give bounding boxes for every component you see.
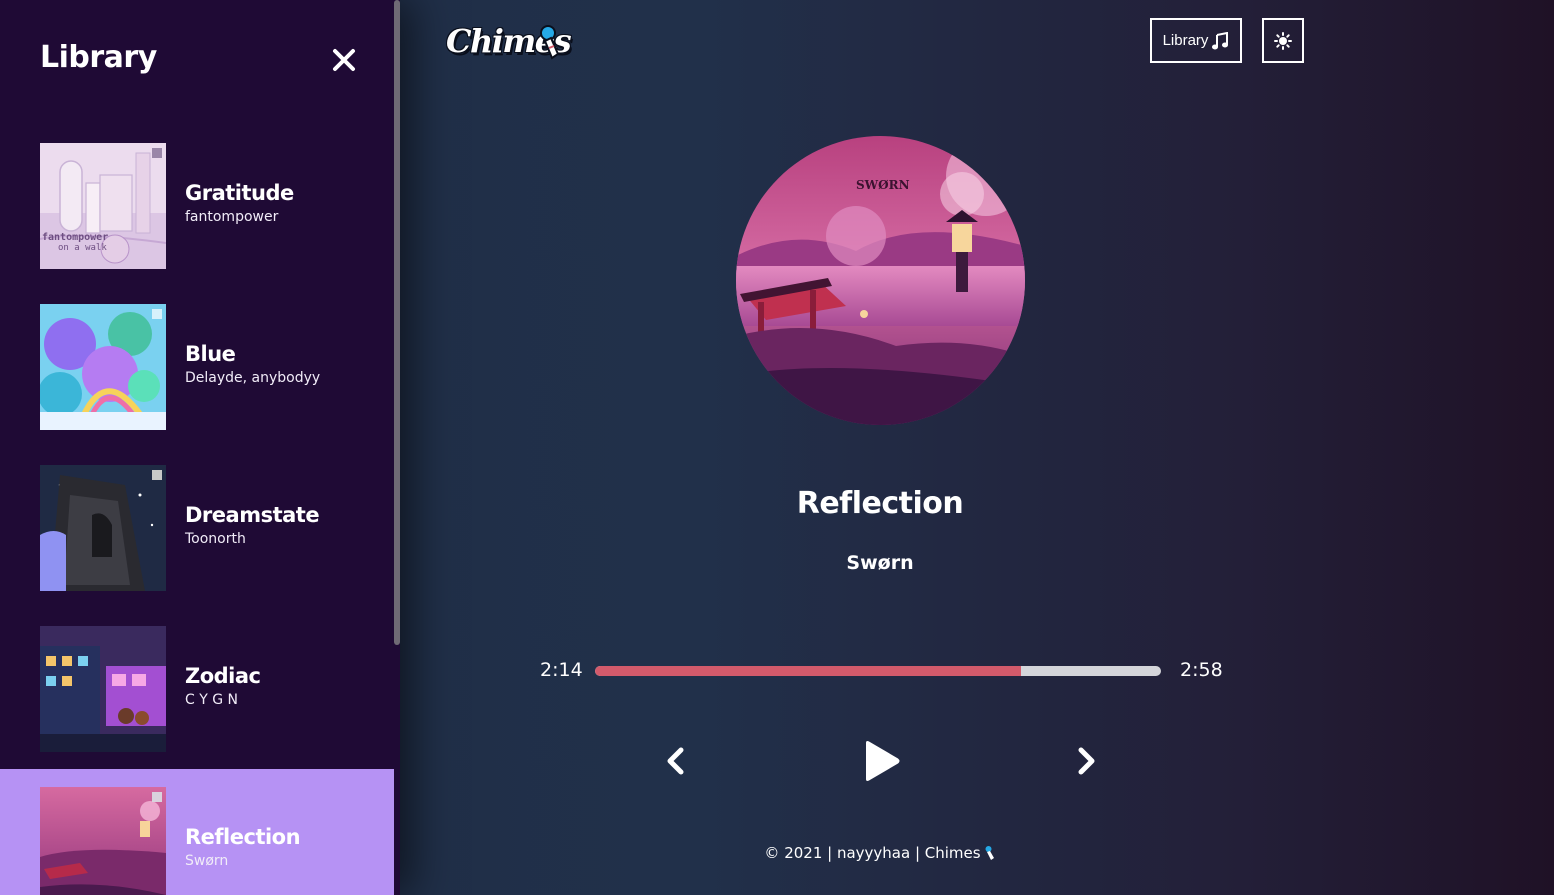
cover-art-gratitude: fantompower on a walk [40, 143, 166, 269]
now-playing-title: Reflection [796, 486, 964, 521]
sidebar-scrollbar[interactable] [394, 0, 400, 645]
chevron-right-icon [1078, 747, 1095, 775]
track-item-gratitude[interactable]: fantompower on a walk Gratitude fantompo… [0, 125, 394, 286]
wind-chime-icon [985, 846, 994, 860]
track-artist: Delayde, anybodyy [185, 370, 321, 386]
album-art: SWØRN [736, 136, 1025, 425]
library-header: Library [0, 0, 394, 120]
footer: © 2021 | nayyyhaa | Chimes [700, 844, 1060, 862]
cover-art-zodiac [40, 626, 166, 752]
track-artist: Swørn [185, 853, 229, 869]
footer-text: © 2021 | nayyyhaa | Chimes [764, 844, 981, 862]
track-item-dreamstate[interactable]: Dreamstate Toonorth [0, 447, 394, 608]
svg-text:on a walk: on a walk [58, 243, 107, 253]
play-button[interactable] [858, 738, 904, 784]
theme-toggle-button[interactable] [1262, 18, 1304, 63]
close-library-button[interactable] [328, 44, 360, 76]
wind-chime-icon [540, 25, 560, 60]
track-info-blue: Blue Delayde, anybodyy [185, 342, 320, 386]
chevron-left-icon [667, 747, 684, 775]
sun-icon [1274, 31, 1292, 50]
library-button[interactable]: Library [1150, 18, 1242, 63]
library-button-label: Library [1162, 32, 1209, 49]
track-name: Blue [185, 342, 236, 366]
track-artist: C Y G N [185, 692, 238, 708]
track-name: Dreamstate [185, 503, 320, 527]
track-artist: fantompower [185, 209, 279, 225]
library-sidebar: Library fantompower on a walk Gratitude … [0, 0, 400, 895]
track-artist: Toonorth [185, 531, 246, 547]
track-list: fantompower on a walk Gratitude fantompo… [0, 125, 394, 895]
cover-art-dreamstate [40, 465, 166, 591]
progress-fill [595, 666, 1021, 676]
track-name: Zodiac [185, 664, 261, 688]
track-name: Gratitude [185, 181, 294, 205]
track-info-dreamstate: Dreamstate Toonorth [185, 503, 320, 547]
track-item-reflection[interactable]: Reflection Swørn [0, 769, 394, 895]
now-playing-artist: Swørn [846, 552, 914, 574]
previous-track-button[interactable] [660, 744, 690, 778]
track-item-blue[interactable]: Blue Delayde, anybodyy [0, 286, 394, 447]
progress-bar[interactable] [595, 666, 1161, 676]
total-time: 2:58 [1180, 659, 1223, 681]
track-info-gratitude: Gratitude fantompower [185, 181, 294, 225]
play-icon [866, 741, 900, 781]
music-note-icon [1212, 31, 1229, 49]
next-track-button[interactable] [1072, 744, 1102, 778]
album-art-text: SWØRN [856, 178, 910, 192]
library-title: Library [40, 40, 157, 75]
track-info-reflection: Reflection Swørn [185, 825, 301, 869]
svg-text:fantompower: fantompower [42, 232, 108, 243]
cover-art-reflection [40, 787, 166, 895]
cover-art-blue [40, 304, 166, 430]
track-info-zodiac: Zodiac C Y G N [185, 664, 261, 708]
current-time: 2:14 [540, 659, 583, 681]
track-name: Reflection [185, 825, 301, 849]
close-icon [333, 49, 355, 71]
track-item-zodiac[interactable]: Zodiac C Y G N [0, 608, 394, 769]
